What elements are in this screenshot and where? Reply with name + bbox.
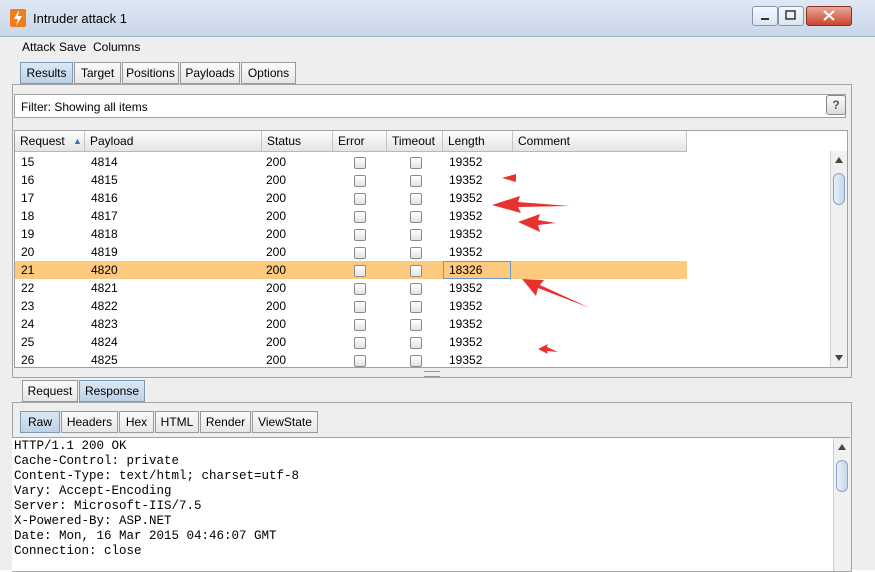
column-timeout[interactable]: Timeout xyxy=(387,131,443,151)
column-request-label: Request xyxy=(20,134,65,148)
table-header: Request ▲ Payload Status Error Timeout L… xyxy=(15,131,687,152)
annotation-overlay xyxy=(492,174,590,354)
column-comment[interactable]: Comment xyxy=(513,131,687,151)
annotation-arrow xyxy=(522,279,590,308)
annotation-arrow xyxy=(518,214,556,232)
column-payload[interactable]: Payload xyxy=(85,131,262,151)
column-error[interactable]: Error xyxy=(333,131,387,151)
column-status[interactable]: Status xyxy=(262,131,333,151)
annotation-arrow xyxy=(502,174,516,182)
annotation-arrow xyxy=(538,344,558,354)
sort-ascending-icon: ▲ xyxy=(73,136,82,146)
column-request[interactable]: Request ▲ xyxy=(15,131,85,151)
annotation-arrow xyxy=(492,196,570,213)
intruder-window: Intruder attack 1 Attack Save Columns Re… xyxy=(0,0,875,572)
column-length[interactable]: Length xyxy=(443,131,513,151)
